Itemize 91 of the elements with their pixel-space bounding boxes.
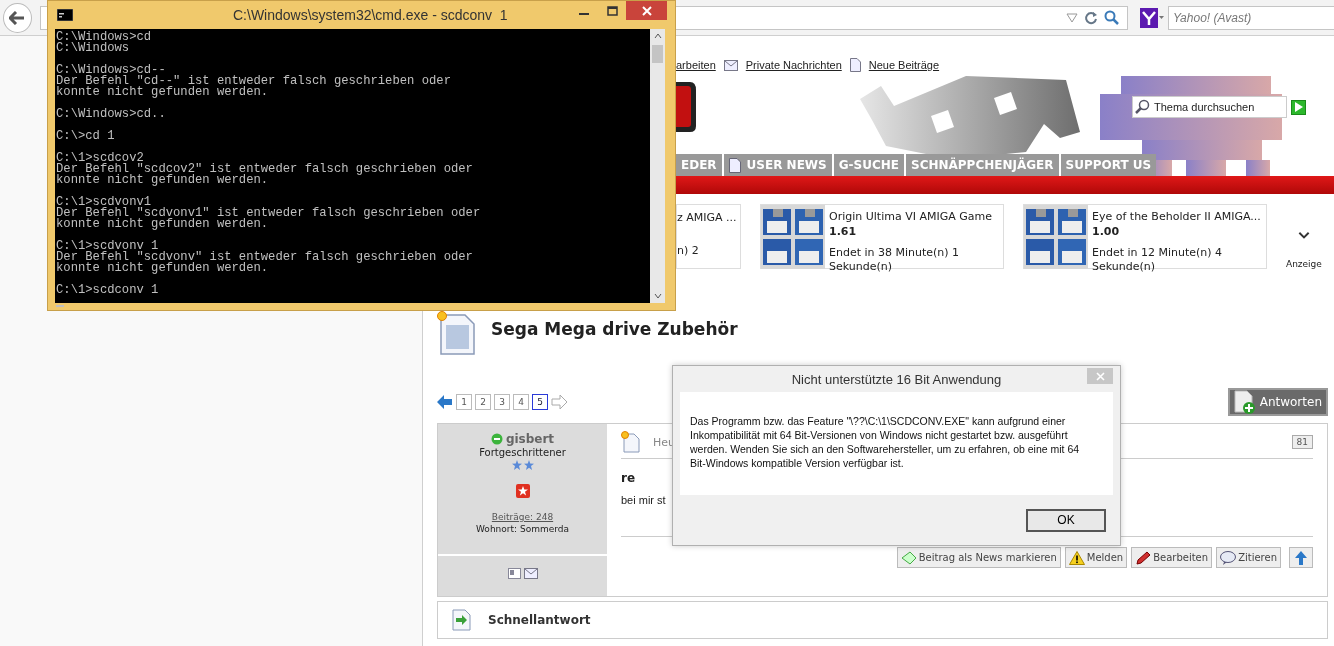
header-link[interactable]: Neue Beiträge: [868, 59, 940, 71]
window-title: C:\Windows\system32\cmd.exe - scdconv 1: [233, 7, 508, 23]
post-number[interactable]: 81: [1291, 435, 1313, 449]
user-location: Wohnort: Sommerda: [476, 524, 569, 534]
search-icon[interactable]: [1104, 10, 1119, 25]
quick-reply-bar[interactable]: Schnellantwort: [437, 601, 1328, 639]
console-line: Der Befehl "scdvonv" ist entweder falsch geschrieben oder: [56, 252, 474, 263]
console-line: konnte nicht gefunden werden.: [56, 263, 270, 274]
header-link[interactable]: Private Nachrichten: [745, 59, 842, 71]
page-link[interactable]: 3: [494, 394, 510, 410]
header-link[interactable]: arbeiten: [676, 59, 716, 71]
text-cursor: [56, 305, 64, 307]
dialog-message: Das Programm bzw. das Feature "\??\C:\1\SCDCONV.EXE" kann aufgrund einer Inkompatibilität mit 64 Bit-Versionen von Windows nicht gestartet bzw. ausgeführt werden. Wenden Sie sich an den Softwarehersteller, um zu erfahren, ob eine mit 64 Bit-Windows kompatible Version verfügbar ist.: [690, 414, 1081, 470]
post-action-button[interactable]: Beitrag als News markieren: [896, 547, 1061, 568]
speech-bubble-icon[interactable]: [1220, 550, 1237, 565]
console-line: Der Befehl "scdvonv1" ist entweder falsch geschrieben oder: [56, 208, 482, 219]
post-action-button[interactable]: Zitieren: [1216, 547, 1281, 568]
topic-search-field[interactable]: Thema durchsuchen: [1132, 96, 1287, 118]
console-window[interactable]: [47, 0, 676, 311]
scroll-top-button[interactable]: [1289, 547, 1313, 568]
console-line: C:\1>scdvonv1: [56, 197, 152, 208]
dialog-window[interactable]: [672, 365, 1121, 546]
previous-arrow-icon[interactable]: [437, 395, 453, 409]
ad-price: 1.61: [829, 225, 858, 238]
scrollbar[interactable]: [650, 29, 665, 303]
dropdown-icon[interactable]: [1066, 12, 1078, 23]
author-name[interactable]: gisbert: [505, 432, 555, 446]
reload-icon[interactable]: [1084, 10, 1098, 25]
console-line: konnte nicht gefunden werden.: [56, 219, 270, 230]
profile-card-icon[interactable]: [507, 568, 521, 579]
console-line: Der Befehl "scdcov2" ist entweder falsch geschrieben oder: [56, 164, 474, 175]
console-app-icon: [57, 9, 73, 21]
reply-button[interactable]: Antworten: [1227, 388, 1328, 416]
ad-title: z AMIGA ...: [677, 211, 738, 224]
document-icon[interactable]: [728, 157, 741, 173]
up-arrow-icon[interactable]: [1295, 550, 1307, 565]
pencil-icon[interactable]: [1135, 550, 1152, 565]
ad-title: Origin Ultima VI AMIGA Game: [829, 210, 993, 223]
document-icon: [437, 311, 477, 355]
page-link[interactable]: 1: [456, 394, 472, 410]
console-line: C:\1>scdcov2: [56, 153, 144, 164]
reply-arrow-icon[interactable]: [452, 609, 472, 631]
search-icon: [1135, 99, 1151, 115]
scroll-thumb[interactable]: [652, 45, 663, 63]
envelope-icon[interactable]: [523, 568, 538, 579]
console-line: C:\1>scdvonv 1: [56, 241, 159, 252]
document-icon[interactable]: [849, 58, 861, 72]
ad-title: Eye of the Beholder II AMIGA...: [1092, 210, 1262, 223]
back-arrow-icon[interactable]: [9, 10, 26, 25]
ad-time-left: n) 2: [677, 244, 700, 258]
console-line: C:\Windows>cd--: [56, 65, 166, 76]
console-line: C:\Windows>cd..: [56, 109, 167, 120]
scroll-down-icon[interactable]: [653, 293, 662, 299]
console-line: konnte nicht gefunden werden.: [56, 87, 270, 98]
add-document-icon[interactable]: [1233, 390, 1256, 414]
console-line: C:\Windows>cd: [56, 32, 153, 43]
page-link[interactable]: 4: [513, 394, 529, 410]
console-line: Der Befehl "cd--" ist entweder falsch geschrieben oder: [56, 76, 452, 87]
envelope-icon[interactable]: [723, 59, 738, 71]
dialog-title: Nicht unterstützte 16 Bit Anwendung: [791, 371, 1002, 387]
post-count-link[interactable]: Beiträge: 248: [491, 512, 554, 522]
page-link[interactable]: 5: [532, 394, 548, 410]
ok-button[interactable]: OK: [1026, 508, 1106, 532]
diamond-icon[interactable]: [900, 550, 917, 565]
next-arrow-icon[interactable]: [551, 395, 567, 409]
warning-icon[interactable]: [1068, 550, 1085, 565]
console-line: C:\>cd 1: [56, 131, 116, 142]
document-icon: [621, 431, 641, 453]
rank-stars-icon: [511, 460, 534, 470]
post-subject: re: [621, 471, 637, 485]
close-button[interactable]: [626, 1, 667, 20]
console-line: konnte nicht gefunden werden.: [56, 175, 270, 186]
thread-title: Sega Mega drive Zubehör: [491, 319, 738, 339]
maximize-icon[interactable]: [606, 5, 618, 16]
scroll-up-icon[interactable]: [653, 33, 662, 39]
quick-reply-label: Schnellantwort: [488, 613, 591, 627]
close-icon[interactable]: [641, 5, 652, 16]
user-rank: Fortgeschrittener: [479, 447, 566, 458]
badge-icon: [515, 484, 530, 498]
post-action-button[interactable]: Bearbeiten: [1131, 547, 1213, 568]
ad-card[interactable]: z AMIGA ... n) 2: [676, 204, 741, 269]
console-line: C:\Windows: [56, 43, 131, 54]
ad-label: Anzeige: [1286, 259, 1322, 269]
post-action-button[interactable]: Melden: [1064, 547, 1128, 568]
ad-price: 1.00: [1092, 225, 1121, 238]
chevron-down-icon[interactable]: [1296, 232, 1311, 239]
web-search-field[interactable]: Yahoo! (Avast): [1168, 5, 1334, 30]
console-line: C:\1>scdconv 1: [56, 285, 160, 296]
page-link[interactable]: 2: [475, 394, 491, 410]
search-engine-icon[interactable]: [1140, 7, 1164, 28]
back-button[interactable]: [3, 2, 32, 33]
